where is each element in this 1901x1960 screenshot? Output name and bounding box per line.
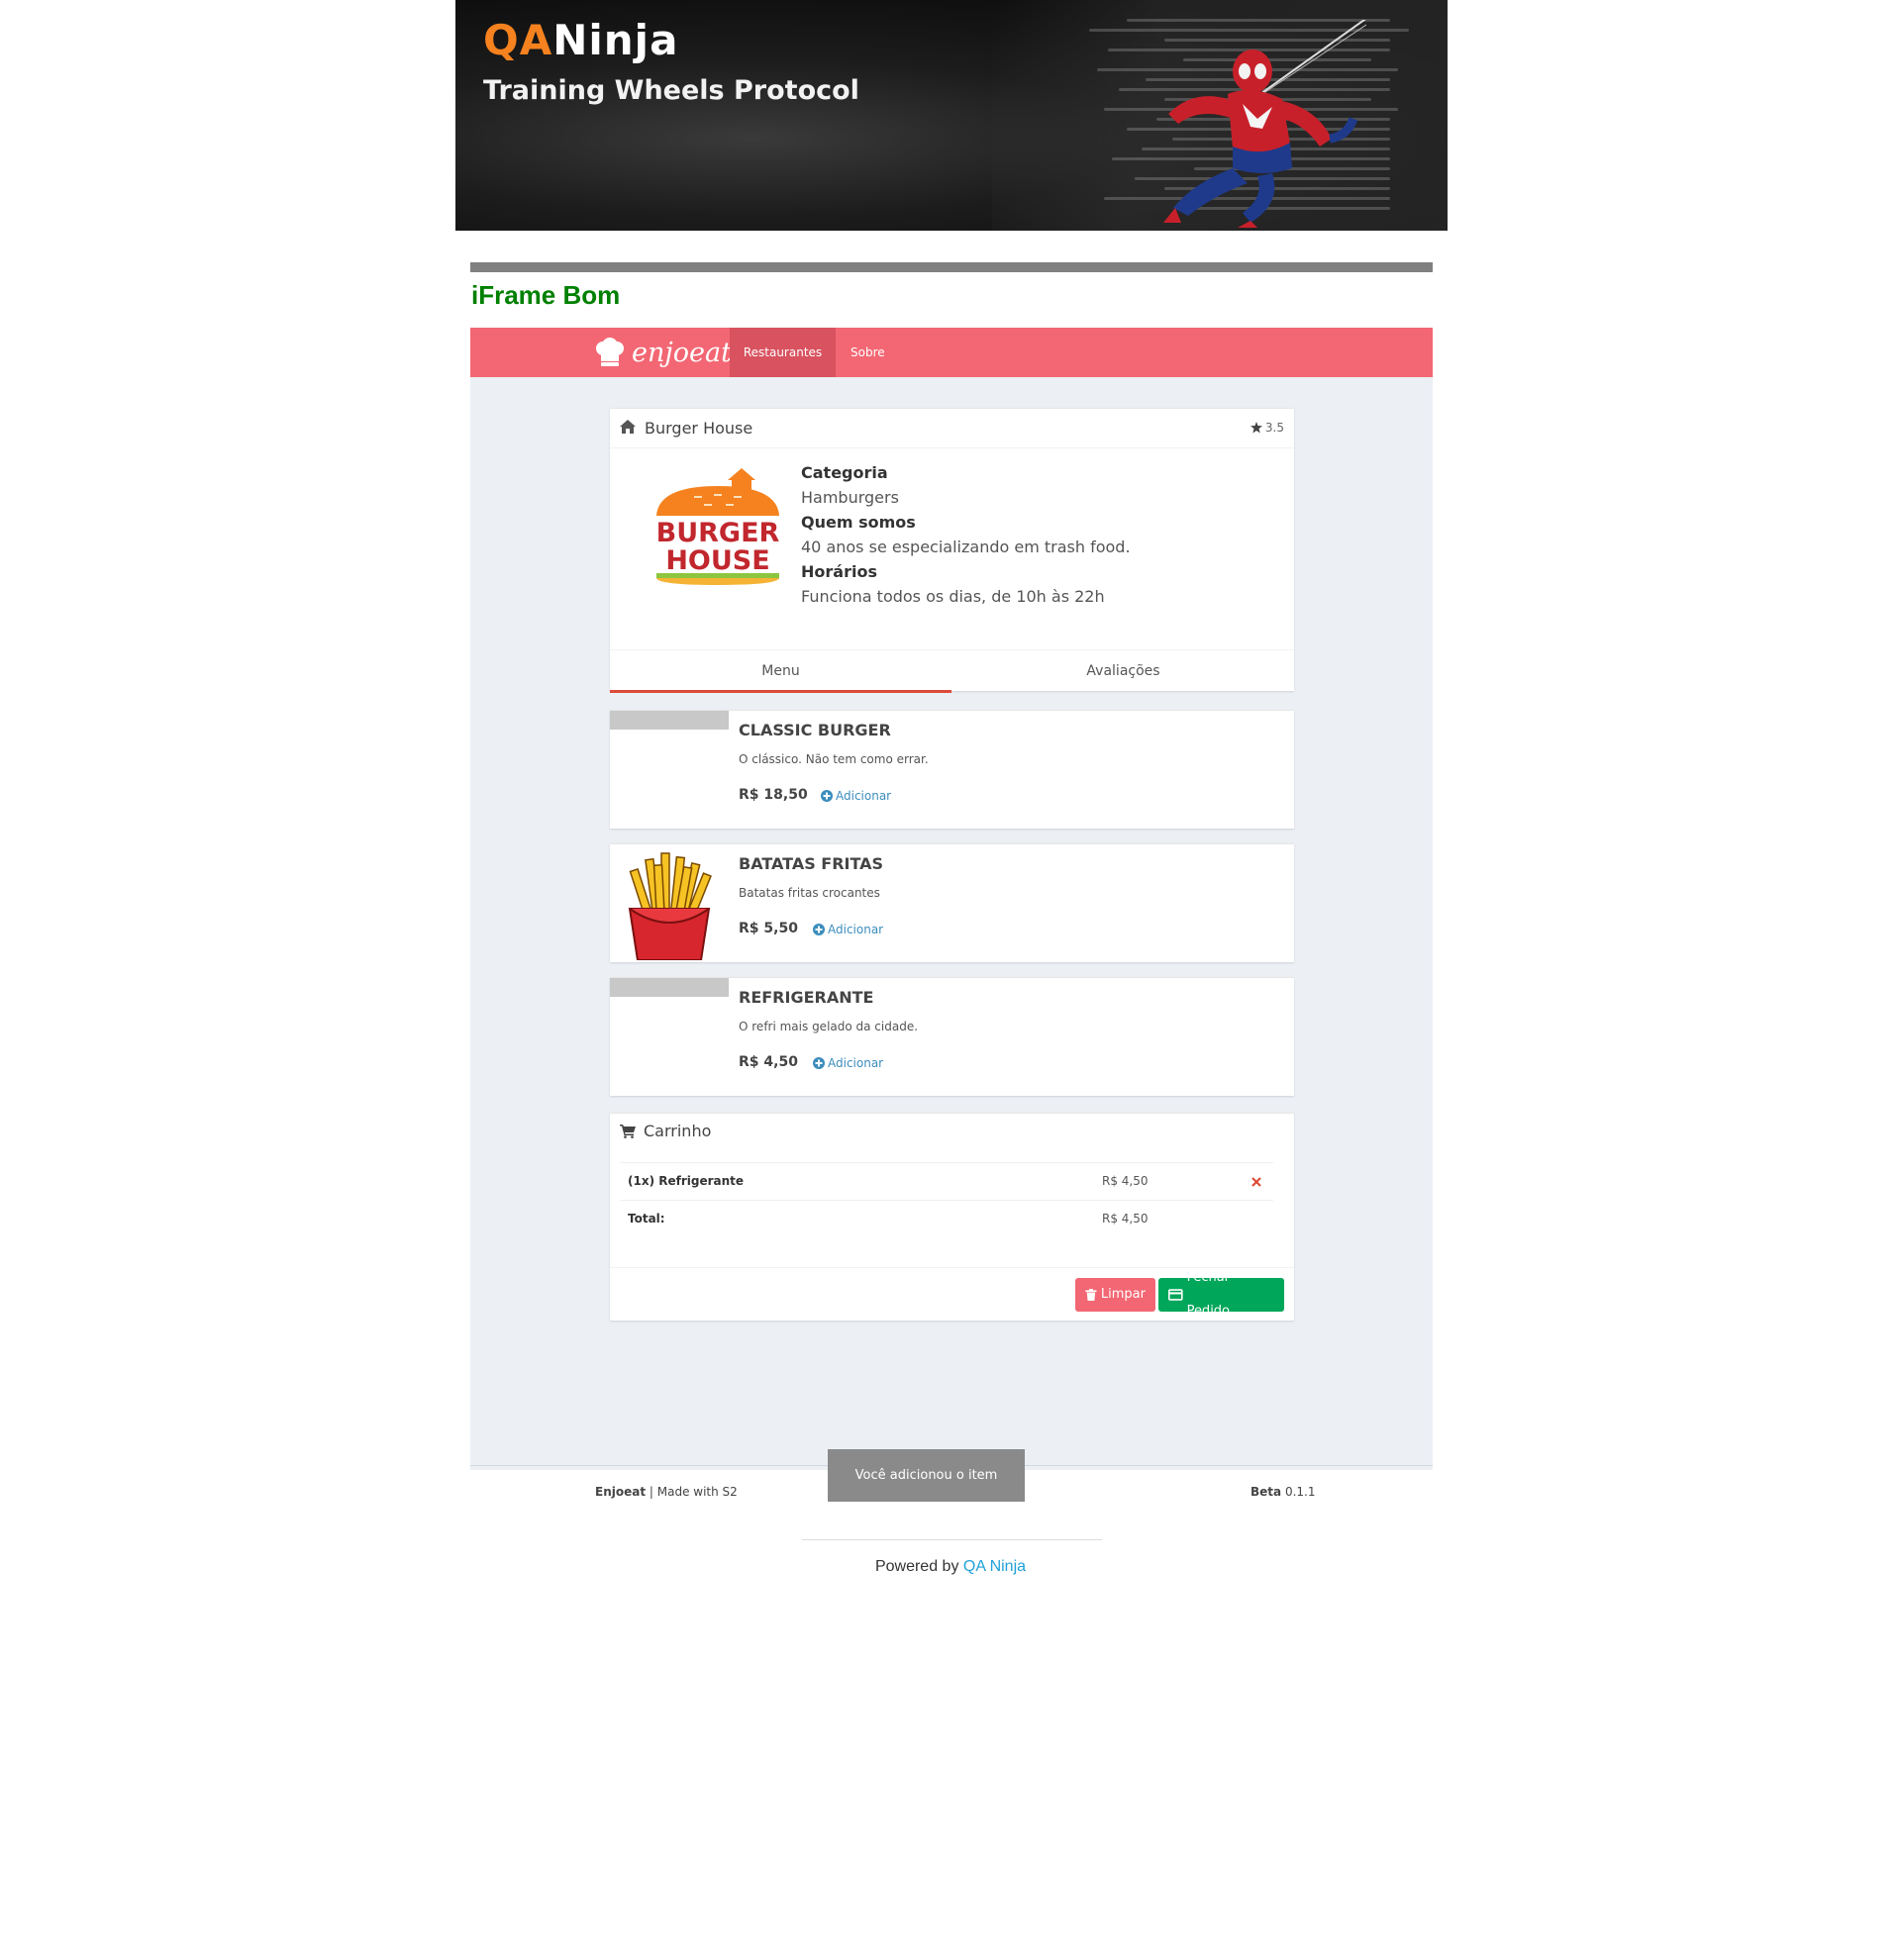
logo-qa: QA (483, 16, 553, 64)
tab-menu[interactable]: Menu (610, 650, 951, 693)
section-divider (470, 262, 1433, 272)
logo-ninja: Ninja (552, 16, 679, 64)
logo-burger-text: BURGER (656, 518, 780, 548)
cart-title: Carrinho (644, 1122, 712, 1140)
plus-circle-icon (813, 924, 825, 935)
cart-total-row: Total: R$ 4,50 (620, 1200, 1273, 1237)
plus-circle-icon (821, 790, 833, 802)
footer-brand: Enjoeat (595, 1485, 647, 1499)
add-item-button[interactable]: Adicionar (813, 923, 883, 936)
restaurant-card: Burger House 3.5 BURGER HOUSE Categoria … (610, 408, 1294, 693)
powered-by: Powered by QA Ninja (0, 1558, 1901, 1576)
banner-subtitle: Training Wheels Protocol (483, 75, 859, 106)
footer-made-with: | Made with S2 (646, 1485, 738, 1499)
home-icon (620, 420, 636, 434)
enjoeat-iframe: enjoeat Restaurantes Sobre Burger House … (470, 328, 1433, 1535)
checkout-label: Fechar Pedido (1186, 1270, 1231, 1319)
category-label: Categoria (801, 463, 888, 482)
remove-item-icon[interactable] (1251, 1177, 1261, 1187)
header-banner: QANinja Training Wheels Protocol (455, 0, 1448, 231)
restaurant-rating: 3.5 (1250, 421, 1284, 435)
toast-notification: Você adicionou o item Refrigerante (828, 1449, 1025, 1535)
burger-house-logo: BURGER HOUSE (656, 468, 780, 585)
menu-item: REFRIGERANTE O refri mais gelado da cida… (610, 977, 1294, 1096)
fries-image (628, 852, 712, 960)
plus-circle-icon (813, 1057, 825, 1069)
restaurant-info: Categoria Hamburgers Quem somos 40 anos … (801, 460, 1131, 609)
trash-icon (1085, 1289, 1097, 1301)
cart-card: Carrinho (1x) Refrigerante R$ 4,50 Total… (610, 1113, 1294, 1321)
credit-card-icon (1168, 1289, 1183, 1301)
menu-item: CLASSIC BURGER O clássico. Não tem como … (610, 710, 1294, 829)
hours-value: Funciona todos os dias, de 10h às 22h (801, 587, 1105, 606)
category-value: Hamburgers (801, 488, 899, 507)
item-image-placeholder (610, 711, 729, 730)
item-description: Batatas fritas crocantes (739, 886, 880, 900)
clear-cart-button[interactable]: Limpar (1075, 1278, 1155, 1312)
cart-header: Carrinho (620, 1122, 711, 1140)
shopping-cart-icon (620, 1124, 636, 1138)
page: QANinja Training Wheels Protocol iFrame … (0, 0, 1901, 1960)
add-label: Adicionar (836, 789, 892, 803)
add-label: Adicionar (828, 1056, 884, 1070)
version-number: 0.1.1 (1281, 1485, 1316, 1499)
powered-divider (802, 1539, 1102, 1540)
cart-item-price: R$ 4,50 (1102, 1174, 1149, 1188)
restaurant-header: Burger House 3.5 (610, 409, 1294, 448)
beta-label: Beta (1251, 1485, 1282, 1499)
tab-avaliacoes[interactable]: Avaliações (952, 650, 1294, 693)
item-price: R$ 18,50 (739, 787, 808, 803)
item-price: R$ 5,50 (739, 921, 798, 936)
add-item-button[interactable]: Adicionar (813, 1056, 883, 1070)
navbar: enjoeat Restaurantes Sobre (470, 328, 1433, 377)
hours-label: Horários (801, 562, 877, 581)
restaurant-name: Burger House (645, 419, 753, 438)
add-label: Adicionar (828, 923, 884, 936)
about-value: 40 anos se especializando em trash food. (801, 538, 1131, 556)
brand-text: enjoeat (632, 337, 732, 368)
qa-ninja-link[interactable]: QA Ninja (963, 1558, 1026, 1575)
iframe-heading: iFrame Bom (471, 280, 621, 310)
nav-sobre[interactable]: Sobre (836, 328, 900, 377)
add-item-button[interactable]: Adicionar (821, 789, 891, 803)
item-title: BATATAS FRITAS (739, 854, 884, 873)
item-description: O refri mais gelado da cidade. (739, 1020, 919, 1033)
enjoeat-brand[interactable]: enjoeat (594, 332, 732, 373)
cart-item-row: (1x) Refrigerante R$ 4,50 (620, 1162, 1273, 1200)
cart-footer: Limpar Fechar Pedido (610, 1267, 1294, 1322)
clear-label: Limpar (1100, 1287, 1146, 1302)
about-label: Quem somos (801, 513, 916, 532)
item-price: R$ 4,50 (739, 1054, 798, 1070)
logo-house-text: HOUSE (665, 545, 769, 576)
nav-restaurantes[interactable]: Restaurantes (730, 328, 836, 377)
cart-total-value: R$ 4,50 (1102, 1212, 1149, 1225)
rating-value: 3.5 (1264, 421, 1284, 435)
item-image-placeholder (610, 978, 729, 997)
item-title: CLASSIC BURGER (739, 721, 891, 739)
item-description: O clássico. Não tem como errar. (739, 752, 929, 766)
checkout-button[interactable]: Fechar Pedido (1158, 1270, 1284, 1319)
cart-item-name: (1x) Refrigerante (628, 1174, 745, 1188)
qaninja-logo: QANinja (483, 16, 678, 64)
star-icon (1250, 422, 1262, 434)
cart-total-label: Total: (628, 1212, 665, 1225)
spider-hero-illustration (1163, 20, 1366, 228)
app-footer-version: Beta 0.1.1 (1251, 1485, 1315, 1499)
app-footer-left: Enjoeat | Made with S2 (595, 1485, 738, 1499)
restaurant-tabs: Menu Avaliações (610, 649, 1294, 693)
item-title: REFRIGERANTE (739, 988, 874, 1007)
chef-hat-icon (596, 338, 624, 366)
powered-prefix: Powered by (874, 1558, 963, 1575)
menu-item: BATATAS FRITAS Batatas fritas crocantes … (610, 843, 1294, 962)
